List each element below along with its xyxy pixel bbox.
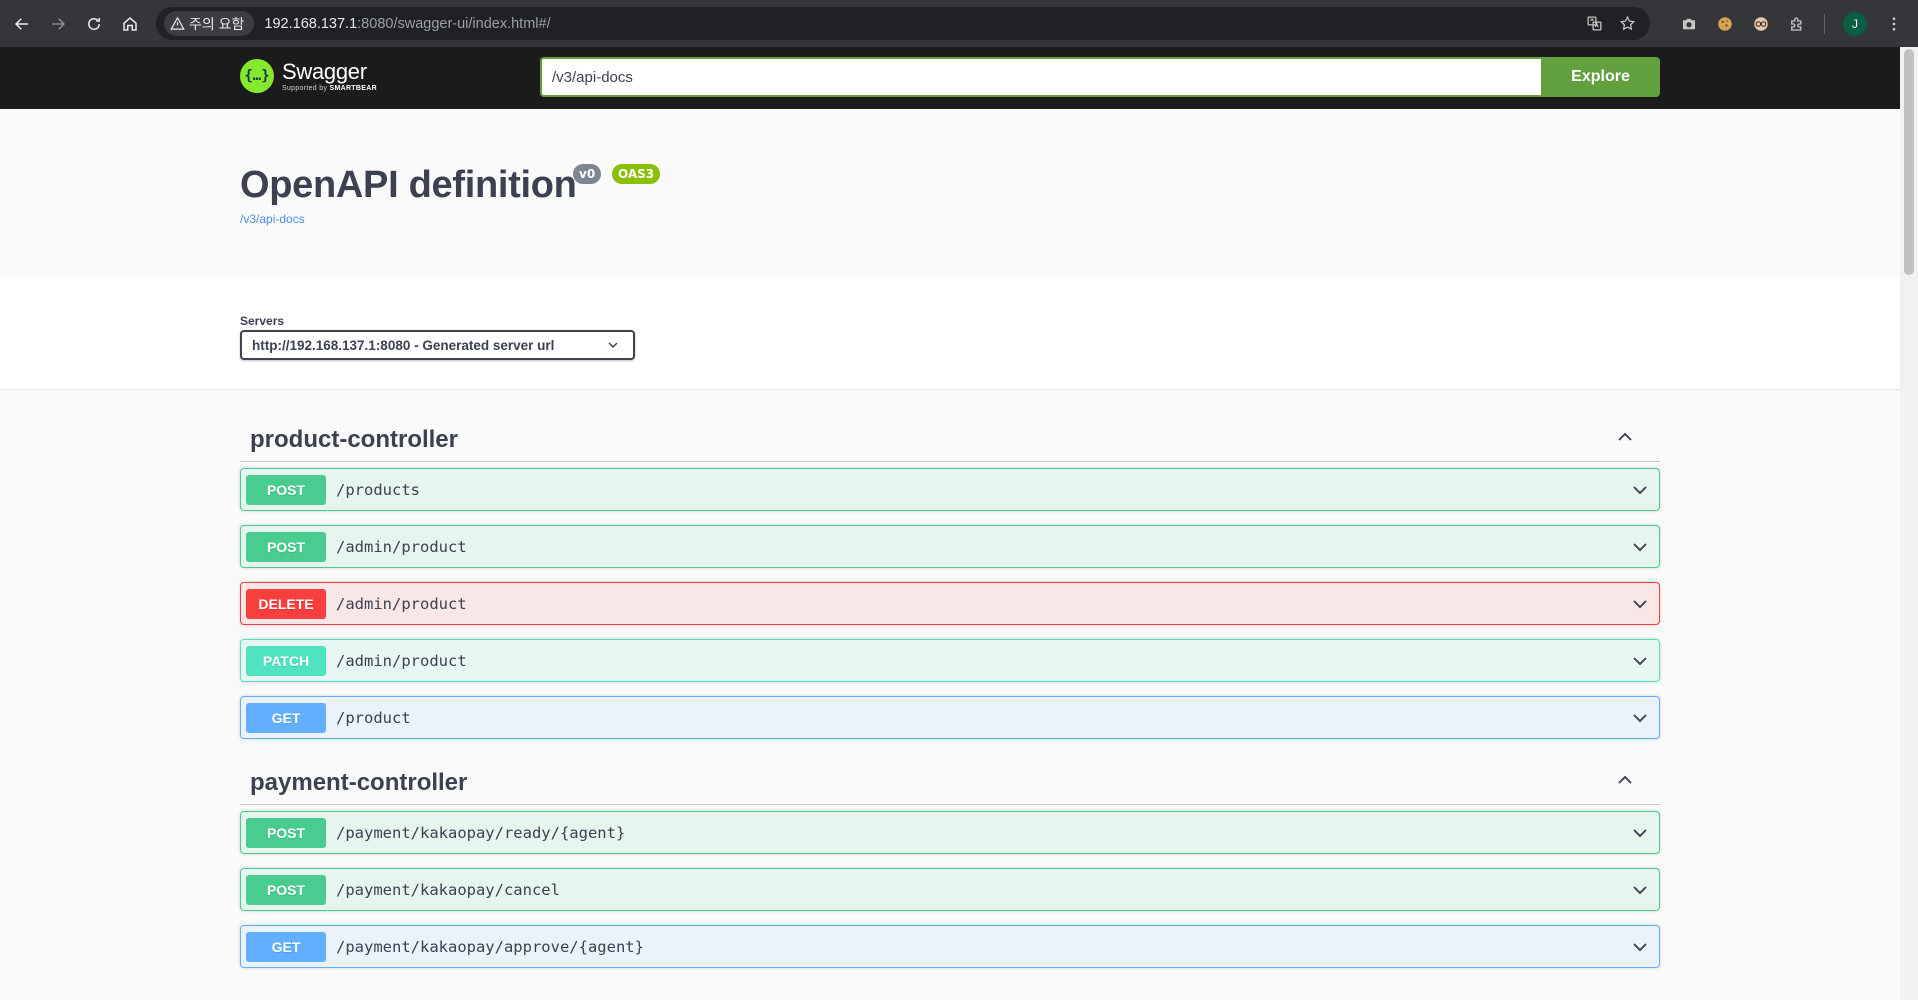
section-product-controller[interactable]: product-controller: [240, 410, 1660, 462]
operation-row[interactable]: POST /admin/product: [240, 525, 1660, 568]
warning-icon: [170, 16, 185, 30]
method-badge: POST: [246, 874, 326, 905]
logo-title: Swagger: [282, 58, 367, 84]
section-title: payment-controller: [250, 769, 468, 796]
logo-subtitle: Supported by SMARTBEAR: [282, 84, 377, 92]
page-title: OpenAPI definition: [240, 164, 577, 206]
operation-path: /product: [336, 708, 411, 727]
url-host: 192.168.137.1: [264, 15, 358, 32]
section-payment-controller[interactable]: payment-controller: [240, 753, 1660, 805]
chevron-down-icon[interactable]: [1631, 481, 1649, 499]
security-chip[interactable]: 주의 요함: [164, 11, 255, 36]
method-badge: GET: [246, 931, 326, 962]
oas-badge: OAS3: [612, 164, 661, 184]
reload-icon[interactable]: [76, 6, 112, 42]
home-icon[interactable]: [112, 6, 148, 42]
operation-row[interactable]: GET /payment/kakaopay/approve/{agent}: [240, 925, 1660, 968]
explore-button[interactable]: Explore: [1541, 57, 1660, 97]
chevron-down-icon[interactable]: [1631, 938, 1649, 956]
method-badge: POST: [246, 474, 326, 505]
operation-row[interactable]: POST /payment/kakaopay/ready/{agent}: [240, 811, 1660, 854]
camera-icon[interactable]: [1680, 15, 1698, 33]
operation-path: /payment/kakaopay/cancel: [336, 880, 560, 899]
operation-path: /admin/product: [336, 651, 467, 670]
security-label: 주의 요함: [189, 15, 245, 32]
api-url-input[interactable]: [540, 57, 1541, 97]
servers-section: Servers http://192.168.137.1:8080 - Gene…: [0, 278, 1900, 390]
operation-path: /admin/product: [336, 594, 467, 613]
servers-label: Servers: [240, 314, 285, 328]
chevron-down-icon[interactable]: [1631, 824, 1649, 842]
url-path: :8080/swagger-ui/index.html#/: [357, 15, 551, 32]
version-badge: v0: [573, 164, 602, 184]
operation-row[interactable]: GET /product: [240, 696, 1660, 739]
chevron-down-icon[interactable]: [1631, 538, 1649, 556]
toolbar-separator: [1824, 13, 1825, 34]
more-menu-icon[interactable]: [1885, 15, 1903, 33]
swagger-topbar: {…} Swagger Supported by SMARTBEAR Explo…: [0, 47, 1900, 109]
back-icon[interactable]: [4, 6, 40, 42]
swagger-logo-icon: {…}: [240, 59, 274, 93]
address-bar[interactable]: 주의 요함 192.168.137.1:8080/swagger-ui/inde…: [156, 7, 1650, 40]
method-badge: POST: [246, 531, 326, 562]
section-title: product-controller: [250, 426, 458, 453]
server-selected-value: http://192.168.137.1:8080 - Generated se…: [252, 337, 555, 353]
spy-extension-icon[interactable]: [1752, 15, 1770, 33]
info-section: OpenAPI definition v0 OAS3 /v3/api-docs: [0, 109, 1900, 278]
chevron-down-icon[interactable]: [1631, 709, 1649, 727]
operation-row[interactable]: DELETE /admin/product: [240, 582, 1660, 625]
chevron-down-icon: [608, 342, 618, 349]
operation-row[interactable]: PATCH /admin/product: [240, 639, 1660, 682]
chevron-down-icon[interactable]: [1631, 881, 1649, 899]
method-badge: PATCH: [246, 645, 326, 676]
cookie-icon[interactable]: [1716, 15, 1734, 33]
bookmark-star-icon[interactable]: [1619, 15, 1636, 32]
forward-icon[interactable]: [40, 6, 76, 42]
operation-row[interactable]: POST /products: [240, 468, 1660, 511]
chevron-up-icon[interactable]: [1616, 771, 1634, 789]
profile-avatar[interactable]: J: [1843, 11, 1867, 36]
api-docs-link[interactable]: /v3/api-docs: [240, 212, 305, 226]
operation-path: /products: [336, 480, 420, 499]
method-badge: GET: [246, 702, 326, 733]
browser-toolbar: 주의 요함 192.168.137.1:8080/swagger-ui/inde…: [0, 0, 1918, 47]
swagger-logo[interactable]: {…} Swagger Supported by SMARTBEAR: [240, 59, 377, 93]
page-scrollbar[interactable]: [1900, 47, 1918, 1000]
operation-path: /payment/kakaopay/ready/{agent}: [336, 823, 626, 842]
server-select[interactable]: http://192.168.137.1:8080 - Generated se…: [240, 330, 635, 360]
url-text[interactable]: 192.168.137.1:8080/swagger-ui/index.html…: [264, 16, 550, 32]
method-badge: DELETE: [246, 588, 326, 619]
operation-path: /payment/kakaopay/approve/{agent}: [336, 937, 644, 956]
chevron-down-icon[interactable]: [1631, 595, 1649, 613]
operation-row[interactable]: POST /payment/kakaopay/cancel: [240, 868, 1660, 911]
scrollbar-thumb[interactable]: [1904, 49, 1914, 275]
chevron-down-icon[interactable]: [1631, 652, 1649, 670]
translate-icon[interactable]: [1586, 15, 1603, 32]
operation-path: /admin/product: [336, 537, 467, 556]
extensions-icon[interactable]: [1788, 15, 1806, 33]
chevron-up-icon[interactable]: [1616, 428, 1634, 446]
method-badge: POST: [246, 817, 326, 848]
